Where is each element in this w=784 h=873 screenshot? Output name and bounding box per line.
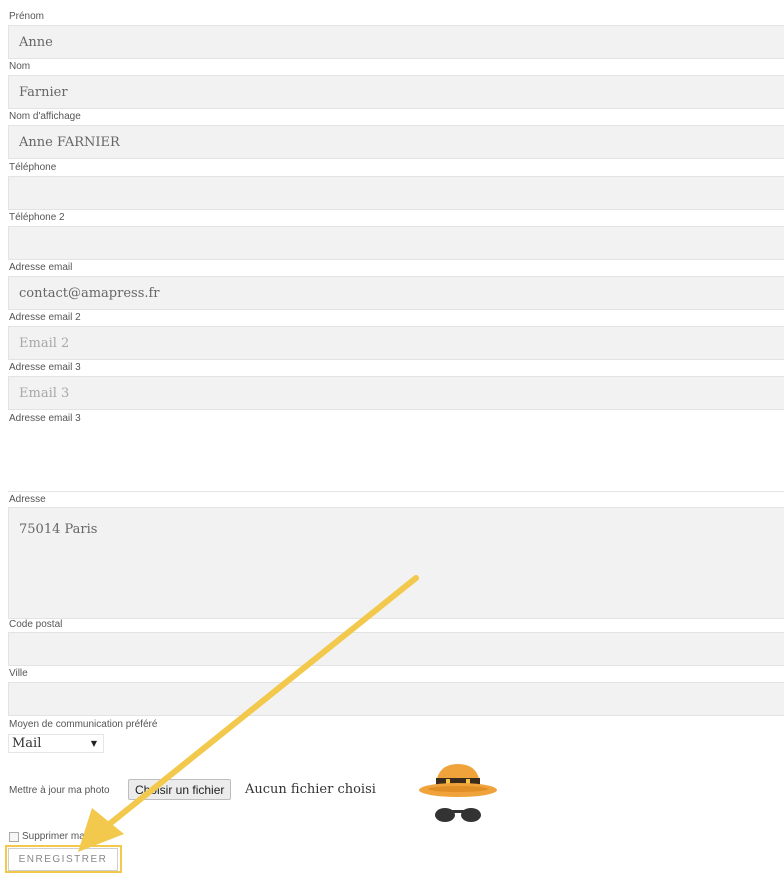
label-ville: Ville (9, 668, 28, 679)
save-button[interactable]: ENREGISTRER (8, 848, 118, 871)
label-telephone-2: Téléphone 2 (9, 212, 65, 223)
label-code-postal: Code postal (9, 619, 63, 630)
moyen-communication-selected: Mail (12, 736, 42, 751)
label-email: Adresse email (9, 262, 73, 273)
label-nom: Nom (9, 61, 31, 72)
label-adresse: Adresse (9, 494, 46, 505)
email-2-field[interactable] (8, 326, 784, 360)
email-3-field[interactable] (8, 376, 784, 410)
nom-affichage-field[interactable]: Anne FARNIER (8, 125, 784, 159)
moyen-communication-select[interactable]: Mail ▼ (8, 734, 104, 753)
label-nom-affichage: Nom d'affichage (9, 111, 81, 122)
label-email-2: Adresse email 2 (9, 312, 81, 323)
dropdown-arrow-icon: ▼ (90, 739, 97, 748)
supprimer-photo-checkbox[interactable] (9, 832, 19, 842)
nom-field[interactable]: Farnier (8, 75, 784, 109)
ville-field[interactable] (8, 682, 784, 716)
label-email-3-extra: Adresse email 3 (9, 413, 81, 424)
label-prenom: Prénom (9, 11, 45, 22)
choose-file-button[interactable]: Choisir un fichier (128, 779, 232, 800)
code-postal-field[interactable] (8, 632, 784, 666)
adresse-textarea[interactable]: 75014 Paris (8, 507, 784, 619)
label-email-3: Adresse email 3 (9, 362, 81, 373)
file-status: Aucun fichier choisi (245, 782, 376, 797)
telephone-field[interactable] (8, 176, 784, 210)
label-moyen-communication: Moyen de communication préféré (9, 719, 158, 730)
label-supprimer-photo: Supprimer ma photo (22, 831, 113, 842)
email-field[interactable]: contact@amapress.fr (8, 276, 784, 310)
avatar-hat-glasses-icon (419, 764, 497, 822)
divider (8, 491, 784, 492)
telephone-2-field[interactable] (8, 226, 784, 260)
label-telephone: Téléphone (9, 162, 57, 173)
label-photo: Mettre à jour ma photo (9, 785, 110, 796)
prenom-field[interactable]: Anne (8, 25, 784, 59)
